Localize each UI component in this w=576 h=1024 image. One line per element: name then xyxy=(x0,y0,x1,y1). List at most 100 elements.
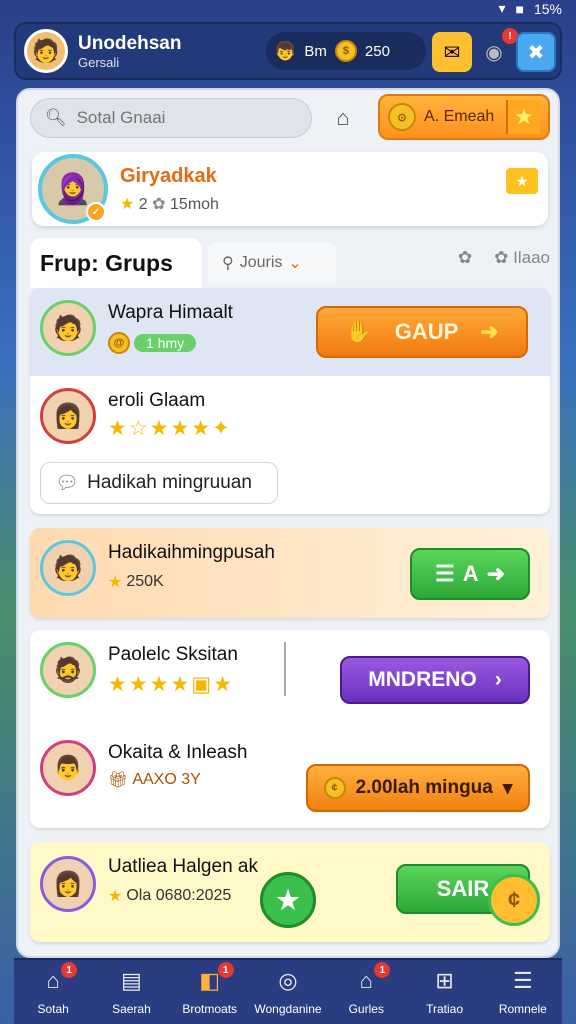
close-button[interactable]: ✖ xyxy=(516,32,556,72)
favorite-button[interactable]: ★ xyxy=(260,872,316,928)
star-icon: ★ xyxy=(108,888,123,905)
rating-stars: ★☆★★★✦ xyxy=(108,417,232,440)
star-icon: ★ xyxy=(120,195,135,213)
filter-button[interactable]: ✿ Ilaao xyxy=(494,248,550,268)
search-input[interactable] xyxy=(76,108,277,128)
bottom-nav: ⌂ 1 Sotah ▤ Saerah ◧ 1 Brotmoats ◎ Wongd… xyxy=(14,958,562,1024)
star-icon: ★ xyxy=(108,574,123,591)
chest-icon: ⊞ xyxy=(435,968,454,993)
list-item: 🧔 Paolelc Sksitan ★★★★▣★ MNDRENO › 👨 Oka… xyxy=(30,630,550,828)
filter-label: Ilaao xyxy=(513,248,550,267)
nav-item-search[interactable]: ▤ Saerah xyxy=(93,964,169,1016)
nav-label: Romnele xyxy=(498,1002,547,1016)
coin-icon: ¢ xyxy=(507,887,521,912)
tab-journs-label: Jouris xyxy=(239,254,283,271)
nav-item-tratiao[interactable]: ⊞ Tratiao xyxy=(407,964,483,1016)
sair-button-label: SAIR xyxy=(436,876,490,901)
profile-name: Giryadkak xyxy=(120,164,217,187)
message-text: Hadikah mingruuan xyxy=(87,472,252,493)
event-coin-icon: ⊙ xyxy=(388,103,416,131)
list-item: 🧑 Hadikaihmingpusah ★ 250K ☰ A ➜ xyxy=(30,528,550,618)
list-item: 🧑 Wapra Himaalt @ 1 hmy ✋ GAUP ➜ 👩 eroli… xyxy=(30,288,550,514)
nav-badge: 1 xyxy=(217,962,234,978)
nav-item-romnele[interactable]: ☰ Romnele xyxy=(485,964,561,1016)
search-icon: 🔍︎ xyxy=(45,108,67,127)
nav-item-gurles[interactable]: ⌂ 1 Gurles xyxy=(328,962,404,1016)
event-button-label: A. Emeah xyxy=(424,108,495,125)
search-bar[interactable]: 🔍︎ xyxy=(30,98,312,138)
row-sub: @ 1 hmy xyxy=(108,332,197,354)
coin-button[interactable]: ¢ xyxy=(488,874,540,926)
list-icon: ☰ xyxy=(434,561,455,586)
arrow-right-icon: ➜ xyxy=(486,561,506,586)
player-info: Unodehsan Gersali xyxy=(78,33,181,70)
chat-icon: 💬︎ xyxy=(55,473,80,494)
menu-icon: ☰ xyxy=(512,968,533,993)
nav-label: Sotah xyxy=(37,1002,69,1016)
mndreno-button[interactable]: MNDRENO › xyxy=(340,656,530,704)
avatar[interactable]: 👩 xyxy=(40,856,96,912)
flag-button[interactable]: ★ xyxy=(506,168,538,194)
event-button[interactable]: ⊙ A. Emeah ★ xyxy=(378,94,550,140)
avatar[interactable]: 🧑 xyxy=(40,540,96,596)
row-sub: 🎁︎ AAXO 3Y xyxy=(108,770,201,790)
avatar[interactable]: 🧑 xyxy=(40,300,96,356)
settings-icon[interactable]: ✿ xyxy=(458,248,472,268)
tab-journs[interactable]: ⚲ Jouris ⌄ xyxy=(208,242,336,284)
compass-icon: ◎ xyxy=(278,968,298,993)
divider xyxy=(284,642,286,696)
nav-item-wongdanine[interactable]: ◎ Wongdanine xyxy=(250,964,326,1016)
row-name: Uatliea Halgen ak xyxy=(108,856,258,877)
player-subtitle: Gersali xyxy=(78,54,120,70)
chevron-down-icon: ▾ xyxy=(502,777,513,799)
mail-button[interactable]: ✉ xyxy=(432,32,472,72)
list-button-label: A xyxy=(462,561,479,586)
clipboard-icon: ▤ xyxy=(121,968,142,993)
message-box[interactable]: 💬︎ Hadikah mingruuan xyxy=(40,462,278,504)
tab-actions: ✿ ✿ Ilaao xyxy=(458,248,550,268)
row-name: Paolelc Sksitan xyxy=(108,644,238,665)
nav-label: Brotmoats xyxy=(182,1002,238,1016)
profile-card[interactable]: 🧕 ✓ Giryadkak ★ 2 ✿ 15moh ★ xyxy=(32,152,548,226)
nav-item-home[interactable]: ⌂ 1 Sotah xyxy=(15,962,91,1016)
camera-icon: ◉ xyxy=(485,41,503,64)
coin-icon: $ xyxy=(334,40,357,62)
reward-button[interactable]: ¢ 2.00lah mingua ▾ xyxy=(306,764,530,812)
star-icon: ★ xyxy=(515,172,529,189)
nav-label: Tratiao xyxy=(426,1002,463,1016)
chevron-down-icon: ⌄ xyxy=(288,255,302,272)
row-value: 250K xyxy=(126,573,164,590)
home-button[interactable]: ⌂ xyxy=(324,100,362,136)
gift-icon: 🎁︎ xyxy=(108,772,129,789)
mail-icon: ✉ xyxy=(443,41,461,64)
list-button[interactable]: ☰ A ➜ xyxy=(410,548,530,600)
hand-icon: ✋ xyxy=(345,319,373,344)
battery-level: 15% xyxy=(533,0,562,17)
nav-item-brotmoats[interactable]: ◧ 1 Brotmoats xyxy=(172,962,248,1016)
player-avatar[interactable]: 🧑 xyxy=(24,29,68,73)
group-button-label: GAUP xyxy=(394,319,459,344)
star-icon: ★ xyxy=(276,884,300,915)
tab-groups[interactable]: Frup: Grups xyxy=(30,238,202,288)
rating-stars: ★★★★▣★ xyxy=(108,673,234,696)
avatar[interactable]: 👩 xyxy=(40,388,96,444)
wifi-icon: ▾ xyxy=(498,0,506,16)
camera-button[interactable]: ◉ ! xyxy=(474,28,518,72)
coin-icon: @ xyxy=(108,332,130,354)
nav-label: Gurles xyxy=(348,1002,384,1016)
avatar[interactable]: 👨 xyxy=(40,740,96,796)
currency-display[interactable]: 👦 Bm $ 250 xyxy=(266,32,426,70)
status-badge: 1 hmy xyxy=(134,334,197,352)
star-icon: ★ xyxy=(506,100,540,134)
row-name: eroli Glaam xyxy=(108,390,206,411)
nav-badge: 1 xyxy=(374,962,391,978)
status-bar: ▾ ■ 15% xyxy=(0,0,576,20)
chevron-right-icon: › xyxy=(494,668,502,691)
avatar[interactable]: 🧔 xyxy=(40,642,96,698)
row-sub: ★ Ola 0680:2025 xyxy=(108,886,231,906)
group-button[interactable]: ✋ GAUP ➜ xyxy=(316,306,528,358)
profile-stars: 2 xyxy=(138,195,148,213)
coin-count: 250 xyxy=(364,42,390,60)
gear-icon: ✿ xyxy=(494,248,509,267)
profile-meta: ★ 2 ✿ 15moh xyxy=(120,194,219,214)
